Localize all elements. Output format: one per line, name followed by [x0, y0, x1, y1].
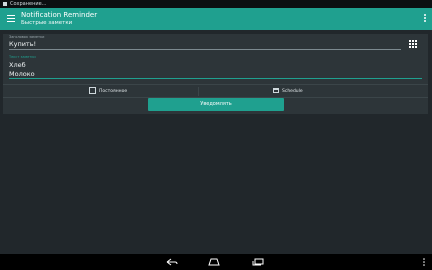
note-body-line: Молоко — [9, 69, 35, 78]
options-row: Постоянное Schedule — [3, 84, 428, 98]
note-body-line: Хлеб — [9, 61, 26, 69]
more-vert-icon[interactable] — [423, 258, 425, 266]
options-divider — [198, 87, 199, 96]
home-icon[interactable] — [208, 257, 220, 267]
hamburger-menu-icon[interactable] — [7, 15, 15, 22]
persistent-checkbox[interactable]: Постоянное — [89, 87, 127, 96]
checkbox-icon — [89, 87, 96, 94]
status-notification-text: Сохранение... — [10, 1, 47, 7]
notify-button[interactable]: Уведомлять — [148, 98, 284, 111]
back-icon[interactable] — [166, 258, 178, 266]
schedule-label: Schedule — [282, 89, 303, 94]
note-title-label: Заголовок заметки — [9, 35, 45, 39]
app-title: Notification Reminder — [21, 11, 98, 19]
schedule-button[interactable]: Schedule — [273, 87, 303, 96]
note-body-label: Текст заметки — [9, 55, 36, 59]
notification-icon — [3, 2, 7, 6]
more-vert-icon[interactable] — [424, 14, 426, 24]
grid-icon[interactable] — [409, 40, 417, 48]
navigation-bar — [0, 254, 432, 270]
status-bar: Сохранение... — [0, 0, 432, 8]
app-bar: Notification Reminder Быстрые заметки — [0, 8, 432, 30]
calendar-icon — [273, 88, 279, 93]
note-body-underline — [9, 78, 422, 79]
persistent-label: Постоянное — [99, 89, 128, 94]
note-body-input[interactable]: Хлеб Молоко — [9, 61, 409, 78]
note-title-input[interactable]: Купить! — [9, 40, 401, 50]
recents-icon[interactable] — [252, 258, 264, 266]
app-subtitle: Быстрые заметки — [21, 20, 73, 26]
